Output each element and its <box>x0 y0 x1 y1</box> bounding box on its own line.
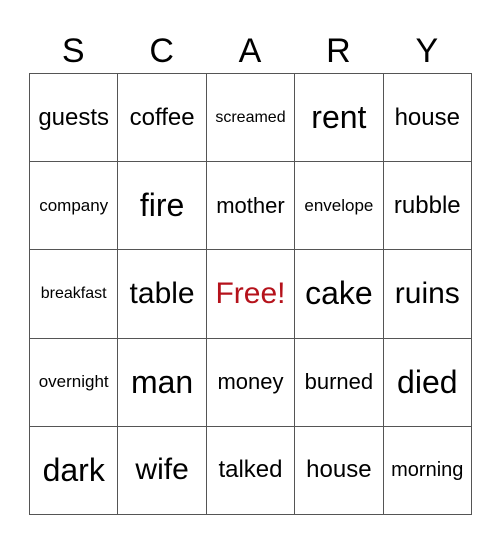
header-letter-a: A <box>238 32 262 70</box>
bingo-cell[interactable]: morning <box>382 425 473 516</box>
bingo-cell[interactable]: rubble <box>382 161 473 251</box>
bingo-header: S C A R Y <box>29 30 471 72</box>
header-letter-r: R <box>326 32 351 70</box>
header-letter-c: C <box>149 32 174 70</box>
bingo-cell[interactable]: house <box>382 72 473 163</box>
bingo-cell[interactable]: table <box>117 249 207 339</box>
board-row: dark wife talked house morning <box>28 425 473 516</box>
bingo-cell[interactable]: talked <box>205 425 296 516</box>
bingo-cell[interactable]: mother <box>205 161 296 251</box>
board-row: breakfast table Free! cake ruins <box>28 249 473 339</box>
bingo-cell[interactable]: rent <box>294 72 384 163</box>
bingo-cell[interactable]: burned <box>294 337 384 427</box>
board-row: company fire mother envelope rubble <box>28 161 473 251</box>
bingo-cell[interactable]: man <box>117 337 207 427</box>
header-letter-s: S <box>61 32 85 70</box>
bingo-cell[interactable]: cake <box>294 249 384 339</box>
bingo-cell[interactable]: ruins <box>382 249 473 339</box>
bingo-cell[interactable]: breakfast <box>28 249 119 339</box>
bingo-cell[interactable]: envelope <box>294 161 384 251</box>
bingo-cell[interactable]: coffee <box>117 72 207 163</box>
bingo-board: guests coffee screamed rent house compan… <box>28 72 473 516</box>
bingo-cell[interactable]: company <box>28 161 119 251</box>
bingo-cell[interactable]: fire <box>117 161 207 251</box>
bingo-cell[interactable]: money <box>205 337 296 427</box>
bingo-cell[interactable]: dark <box>28 425 119 516</box>
bingo-cell[interactable]: wife <box>117 425 207 516</box>
bingo-cell[interactable]: overnight <box>28 337 119 427</box>
board-row: guests coffee screamed rent house <box>28 72 473 163</box>
bingo-cell[interactable]: screamed <box>205 72 296 163</box>
bingo-cell[interactable]: house <box>294 425 384 516</box>
bingo-cell[interactable]: guests <box>28 72 119 163</box>
board-row: overnight man money burned died <box>28 337 473 427</box>
free-space-cell[interactable]: Free! <box>205 249 296 339</box>
header-letter-y: Y <box>415 32 439 70</box>
bingo-cell[interactable]: died <box>382 337 473 427</box>
